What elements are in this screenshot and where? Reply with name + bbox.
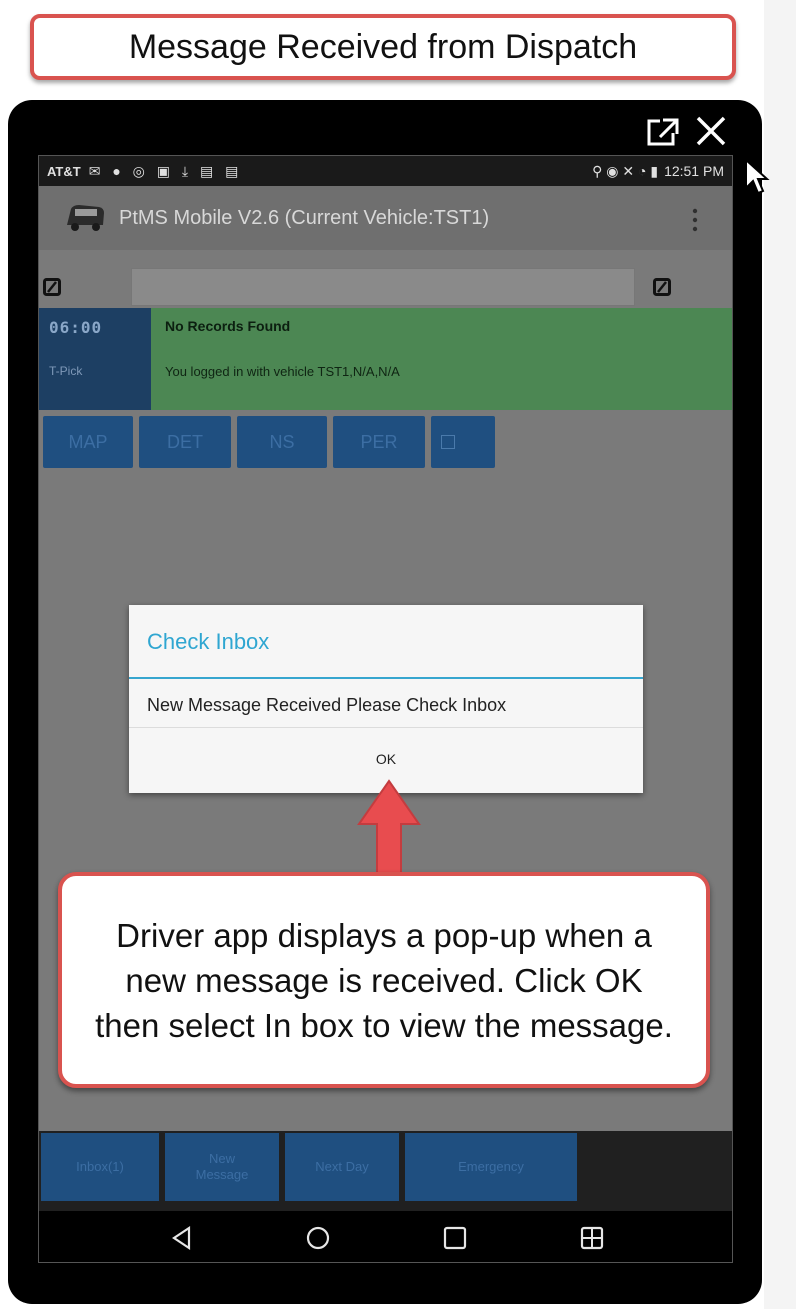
close-icon[interactable] [693,113,729,149]
android-nav-bar [39,1211,732,1262]
system-status-icons: ⚲ ◉ ✕ ◔ ▮ [592,162,659,179]
det-button[interactable]: DET [139,416,231,468]
bottom-button-bar: Inbox(1) New Message Next Day Emergency [39,1131,732,1211]
ns-button[interactable]: NS [237,416,327,468]
instruction-callout: Driver app displays a pop-up when a new … [58,872,710,1088]
carrier-label: AT&T [47,163,81,179]
status-right: ⚲ ◉ ✕ ◔ ▮ 12:51 PM [592,163,724,180]
checkbox-left[interactable] [43,278,61,296]
instruction-text: Driver app displays a pop-up when a new … [95,916,673,1044]
phone-screen: AT&T ✉ ● ◎ ▣ ⤓ ▤ ▤ ⚲ ◉ ✕ ◔ ▮ 12:51 PM Pt… [38,155,733,1263]
square-icon [441,435,455,449]
extra-button[interactable] [431,416,495,468]
home-icon[interactable] [305,1225,331,1251]
filter-row [39,266,732,308]
status-time: 12:51 PM [664,163,724,179]
app-title: PtMS Mobile V2.6 (Current Vehicle:TST1) [119,206,490,229]
up-arrow-icon [357,779,421,877]
ok-button-label: OK [375,751,397,767]
record-title: No Records Found [165,318,291,334]
recents-icon[interactable] [442,1225,468,1251]
filter-input[interactable] [131,268,635,306]
app-bar: PtMS Mobile V2.6 (Current Vehicle:TST1) [39,186,732,250]
overflow-menu-icon[interactable] [692,208,698,232]
dialog-divider [129,677,643,679]
header-callout-text: Message Received from Dispatch [128,27,638,66]
next-day-button[interactable]: Next Day [285,1133,399,1201]
trip-record[interactable]: 06:00 T-Pick No Records Found You logged… [39,308,732,410]
emergency-button[interactable]: Emergency [405,1133,577,1201]
map-button[interactable]: MAP [43,416,133,468]
record-time-panel: 06:00 T-Pick [39,308,151,410]
back-icon[interactable] [169,1225,195,1251]
status-bar: AT&T ✉ ● ◎ ▣ ⤓ ▤ ▤ ⚲ ◉ ✕ ◔ ▮ 12:51 PM [39,156,732,186]
record-time: 06:00 [49,318,103,337]
notification-icons: ✉ ● ◎ ▣ ⤓ ▤ ▤ [88,162,243,179]
new-message-button[interactable]: New Message [165,1133,279,1201]
mouse-cursor-icon [745,158,770,195]
dialog-message: New Message Received Please Check Inbox [147,695,507,715]
bus-logo-icon [67,205,104,231]
header-callout: Message Received from Dispatch [30,14,736,80]
multi-window-icon[interactable] [579,1225,605,1251]
dialog-title: Check Inbox [147,629,270,654]
background-strip [764,0,796,1309]
record-type: T-Pick [49,364,83,378]
per-button[interactable]: PER [333,416,425,468]
record-details: No Records Found You logged in with vehi… [151,308,732,410]
inbox-button[interactable]: Inbox(1) [41,1133,159,1201]
record-message: You logged in with vehicle TST1,N/A,N/A [165,364,400,379]
popout-icon[interactable] [646,117,680,147]
checkbox-right[interactable] [653,278,671,296]
check-inbox-dialog: Check Inbox New Message Received Please … [129,605,643,793]
